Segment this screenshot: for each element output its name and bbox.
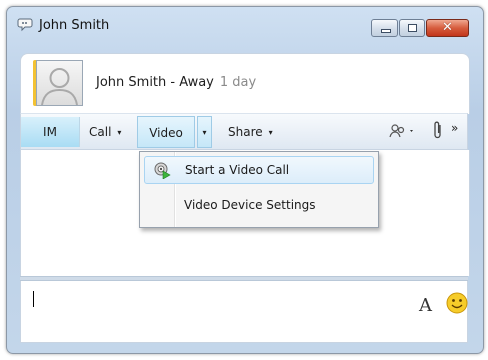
paperclip-icon bbox=[434, 121, 441, 139]
avatar[interactable] bbox=[36, 60, 83, 106]
menu-item-label: Start a Video Call bbox=[185, 163, 290, 177]
window-title: John Smith bbox=[39, 18, 110, 33]
call-dropdown-icon: ▾ bbox=[117, 128, 122, 137]
contact-name-status: John Smith - Away bbox=[96, 75, 214, 90]
text-cursor bbox=[33, 291, 34, 307]
message-compose-area[interactable]: A bbox=[20, 281, 468, 343]
call-button[interactable]: Call ▾ bbox=[89, 122, 121, 142]
conversation-icon bbox=[17, 18, 33, 32]
im-button[interactable]: IM bbox=[21, 117, 80, 147]
title-bar[interactable]: John Smith ✕ bbox=[7, 7, 483, 47]
minimize-button[interactable] bbox=[371, 19, 398, 37]
close-button[interactable]: ✕ bbox=[426, 19, 469, 37]
call-label: Call bbox=[89, 125, 112, 139]
close-icon: ✕ bbox=[442, 20, 453, 35]
menu-item-label: Video Device Settings bbox=[184, 198, 316, 212]
emoticon-icon[interactable] bbox=[446, 292, 468, 314]
contact-status: John Smith - Away 1 day bbox=[96, 75, 256, 90]
font-button[interactable]: A bbox=[419, 295, 432, 316]
contact-header: John Smith - Away 1 day bbox=[20, 53, 470, 114]
menu-item-video-device-settings[interactable]: Video Device Settings bbox=[144, 191, 374, 219]
share-button[interactable]: Share ▾ bbox=[228, 122, 273, 142]
share-label: Share bbox=[228, 125, 263, 139]
conversation-toolbar: IM Call ▾ Video ▾ Share ▾ » bbox=[20, 113, 468, 150]
video-dropdown-button[interactable]: ▾ bbox=[197, 116, 212, 148]
maximize-button[interactable] bbox=[399, 19, 425, 37]
maximize-icon bbox=[408, 24, 417, 32]
more-options-button[interactable]: » bbox=[451, 118, 458, 138]
attachment-button[interactable] bbox=[433, 120, 443, 140]
people-options-button[interactable] bbox=[387, 121, 417, 141]
away-duration: 1 day bbox=[219, 75, 257, 90]
minimize-icon bbox=[381, 29, 391, 33]
default-avatar-icon bbox=[41, 68, 78, 105]
people-icon bbox=[389, 124, 413, 138]
menu-item-start-video-call[interactable]: Start a Video Call bbox=[144, 156, 374, 184]
share-dropdown-icon: ▾ bbox=[268, 128, 273, 137]
video-button[interactable]: Video bbox=[137, 116, 195, 148]
video-dropdown-menu: Start a Video Call Video Device Settings bbox=[139, 151, 379, 228]
video-call-icon bbox=[154, 162, 171, 179]
